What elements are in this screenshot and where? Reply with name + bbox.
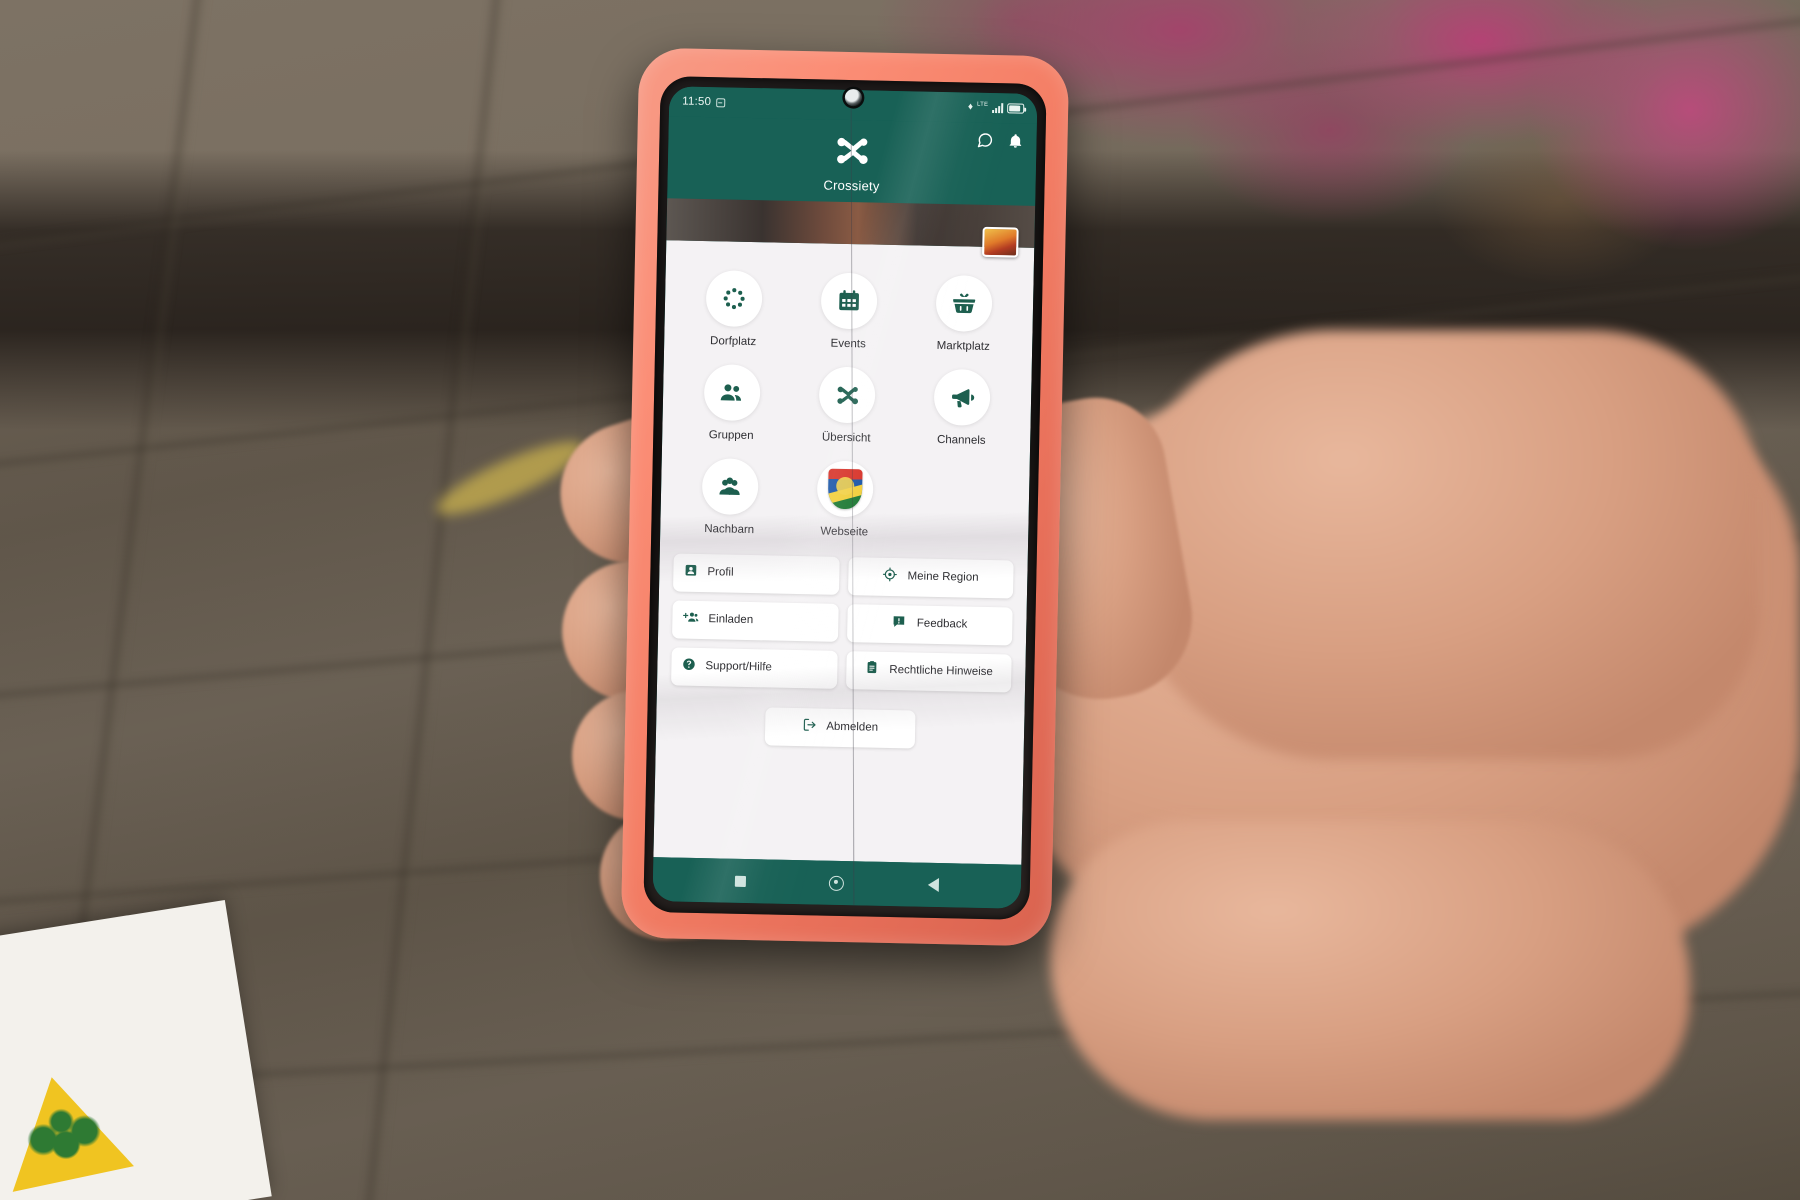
shortcut-grid: Dorfplatz Events Marktplatz Gruppen Über… [674,262,1020,546]
calendar-icon [820,272,878,330]
square-recents-icon[interactable] [734,875,746,887]
grid-item-events[interactable]: Events [794,265,903,355]
grid-item-label: Übersicht [821,431,871,445]
phone-bezel: 11:50 ♦ LTE Crossiety Dorfplatz Events M… [643,76,1047,920]
menu-button-label: Meine Region [907,570,979,584]
signal-bars-icon [992,103,1004,114]
help-circle-icon [681,656,696,676]
profil-button[interactable]: Profil [672,553,840,595]
header-actions [976,132,1023,150]
logout-row: Abmelden [670,705,1011,750]
menu-button-label: Support/Hilfe [705,659,773,674]
hero-image-strip[interactable] [666,198,1036,258]
grid-item-webseite[interactable]: Webseite [791,453,900,543]
menu-button-label: Feedback [916,617,968,631]
menu-row: Einladen Feedback [672,600,1013,646]
notification-bell-icon[interactable] [1007,132,1023,149]
crossiety-logo-icon [832,134,873,174]
app-header: Crossiety [667,116,1037,206]
grid-item-nachbarn[interactable]: Nachbarn [675,451,784,541]
back-triangle-icon[interactable] [927,877,940,893]
rechtliche-hinweise-button[interactable]: Rechtliche Hinweise [845,650,1012,693]
shopping-basket-icon [935,274,993,333]
people-group-icon [703,364,761,422]
grid-item-label: Channels [936,434,986,448]
menu-row: Support/Hilfe Rechtliche Hinweise [671,647,1012,693]
grid-item-label: Gruppen [708,429,754,443]
target-icon [882,566,898,586]
neighbours-icon [701,458,759,516]
android-nav-bar [652,857,1022,909]
menu-row: Profil Meine Region [672,553,1014,599]
hand-knuckles [1120,330,1760,760]
grid-item-label: Dorfplatz [709,335,757,349]
menu-button-label: Rechtliche Hinweise [889,663,994,679]
grid-item-label: Webseite [820,525,869,539]
feedback-icon [892,614,907,634]
grid-item-label: Nachbarn [704,523,755,537]
dots-circle-icon [705,270,763,328]
battery-icon [1007,103,1025,114]
hand-lower [1050,820,1690,1120]
bluetooth-icon: ♦ [967,101,974,113]
phone-screen[interactable]: 11:50 ♦ LTE Crossiety Dorfplatz Events M… [652,86,1038,909]
abmelden-button[interactable]: Abmelden [764,707,916,749]
smartphone: 11:50 ♦ LTE Crossiety Dorfplatz Events M… [620,47,1070,947]
feedback-button[interactable]: Feedback [846,603,1013,646]
grid-item-marktplatz[interactable]: Marktplatz [910,267,1019,357]
grid-item-label: Events [830,337,866,351]
home-circle-icon[interactable] [829,875,845,891]
document-icon [864,660,879,681]
einladen-button[interactable]: Einladen [672,600,839,642]
menu-button-label: Abmelden [826,720,879,734]
crest-shield [827,469,863,510]
chat-bubble-icon[interactable] [976,132,993,149]
status-time: 11:50 [682,95,712,109]
add-person-icon [682,609,699,629]
menu-sheet: Dorfplatz Events Marktplatz Gruppen Über… [653,240,1035,865]
status-right-icons: ♦ LTE [967,101,1025,114]
grid-item-uebersicht[interactable]: Übersicht [792,359,901,449]
menu-button-label: Profil [707,566,734,579]
network-type-label: LTE [977,101,989,108]
brand-name: Crossiety [823,177,880,194]
megaphone-icon [933,369,991,427]
logout-icon [802,717,817,737]
image-thumbnail[interactable] [982,226,1019,258]
meine-region-button[interactable]: Meine Region [847,556,1014,599]
grid-item-gruppen[interactable]: Gruppen [677,357,786,447]
person-card-icon [683,562,698,582]
grid-item-label: Marktplatz [936,339,990,353]
menu-button-label: Einladen [708,613,754,626]
grid-item-channels[interactable]: Channels [908,362,1017,452]
do-not-disturb-icon [716,97,726,107]
grid-item-dorfplatz[interactable]: Dorfplatz [679,263,788,353]
coat-of-arms-icon [816,460,874,519]
menu-button-rows: Profil Meine Region Einladen Feedback Su… [670,553,1014,750]
support-hilfe-button[interactable]: Support/Hilfe [671,647,838,689]
crossiety-logo-icon [818,366,876,424]
